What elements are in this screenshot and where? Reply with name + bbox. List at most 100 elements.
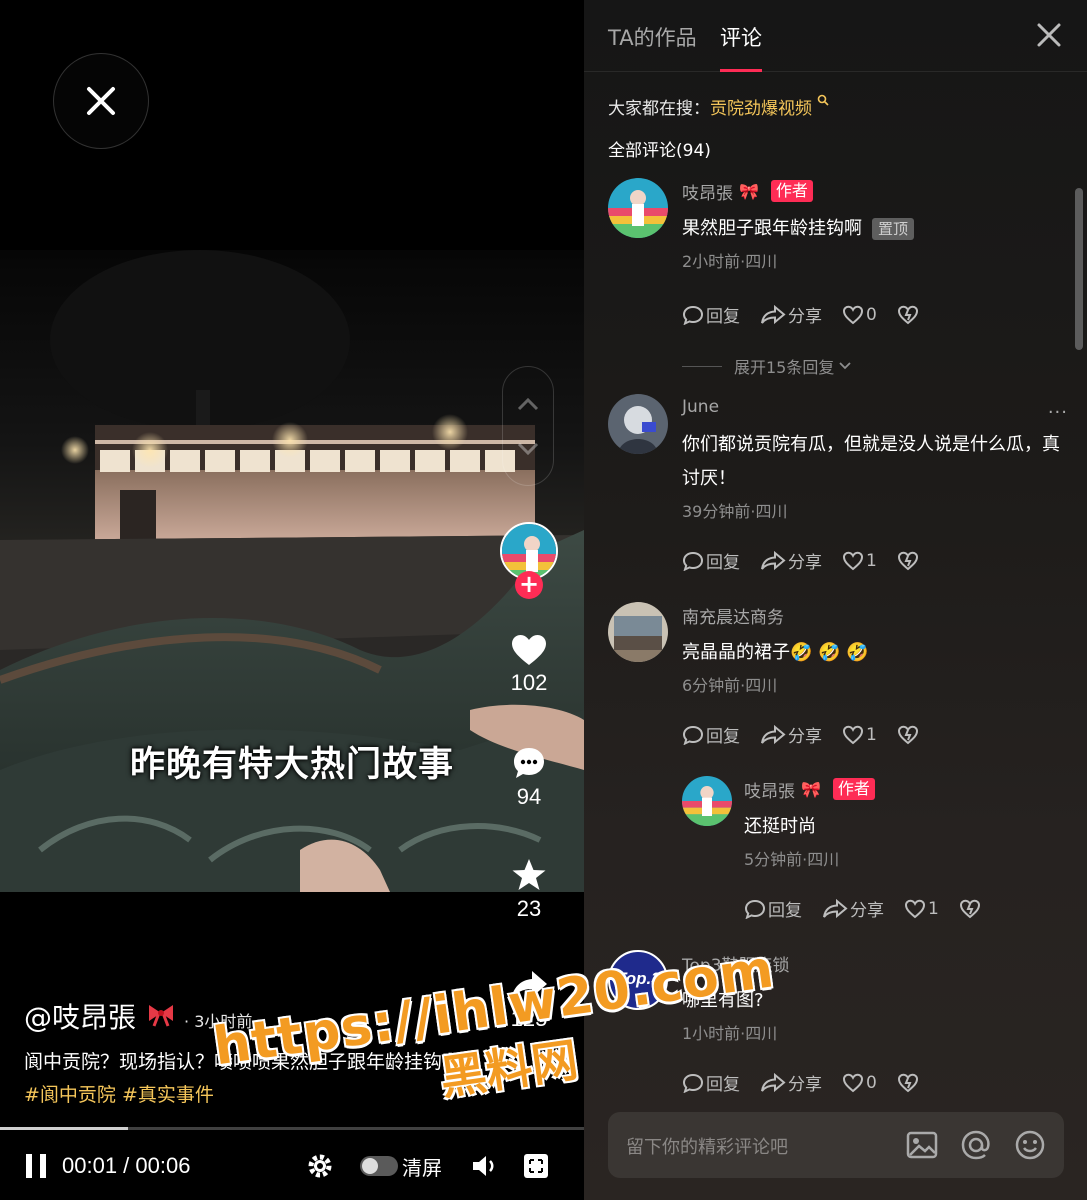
- comments-scrollbar[interactable]: [1075, 188, 1083, 350]
- clear-screen-toggle[interactable]: [360, 1156, 398, 1176]
- avatar[interactable]: [608, 394, 668, 454]
- post-time: · 3小时前: [184, 1012, 253, 1031]
- tab-works[interactable]: TA的作品: [608, 22, 697, 52]
- fullscreen-icon[interactable]: [522, 1152, 550, 1180]
- share-comment-button[interactable]: 分享: [822, 896, 884, 921]
- heart-outline-icon: [842, 1073, 864, 1092]
- share-count: 125: [510, 1006, 548, 1031]
- reply-icon: [682, 1073, 704, 1093]
- reply-button[interactable]: 回复: [744, 896, 802, 921]
- comment-like-count: 0: [866, 1072, 877, 1093]
- reply-button[interactable]: 回复: [682, 722, 740, 747]
- comment-like-button[interactable]: 0: [842, 305, 877, 325]
- share-label: 分享: [788, 553, 822, 573]
- mention-at-icon[interactable]: [960, 1129, 992, 1161]
- comment-input[interactable]: 留下你的精彩评论吧: [608, 1112, 1064, 1178]
- smile-emoji: 😄: [461, 1051, 481, 1073]
- comment-list: 吱昂張 🎀 作者 果然胆子跟年龄挂钩啊 置顶 2小时前·四川 回复 分享 0 展…: [584, 172, 1087, 1102]
- comment-like-button[interactable]: 1: [842, 725, 877, 745]
- pinned-badge: 置顶: [872, 218, 915, 240]
- comment-text: 亮晶晶的裙子🤣 🤣 🤣: [682, 642, 869, 663]
- video-nav: [502, 366, 554, 486]
- author-badge: 作者: [832, 778, 875, 800]
- comment-username[interactable]: 吱昂張: [744, 777, 795, 802]
- avatar[interactable]: Top.3: [608, 950, 668, 1010]
- image-icon[interactable]: [906, 1129, 938, 1161]
- hashtag-link[interactable]: #阆中贡院: [24, 1084, 116, 1106]
- share-button[interactable]: 125: [492, 970, 566, 1032]
- favorite-count: 23: [516, 896, 542, 921]
- trending-search-keyword[interactable]: 贡院劲爆视频: [710, 99, 812, 119]
- comment-text: 哪里有图?: [682, 990, 764, 1011]
- reply-label: 回复: [768, 901, 802, 921]
- current-time: 00:01: [62, 1153, 118, 1178]
- reply-label: 回复: [706, 727, 740, 747]
- share-icon: [823, 898, 848, 918]
- trending-search-prefix: 大家都在搜：: [608, 99, 710, 119]
- comment-username[interactable]: 吱昂張: [682, 179, 733, 204]
- more-options-icon[interactable]: ···: [1048, 402, 1068, 423]
- bow-emoji: 🎀: [739, 181, 759, 201]
- heart-outline-icon: [842, 551, 864, 570]
- expand-replies-button[interactable]: 展开15条回复: [682, 354, 852, 378]
- author-handle[interactable]: @吱昂張: [24, 996, 136, 1036]
- comments-panel: TA的作品 评论 大家都在搜：贡院劲爆视频 全部评论(94) 吱昂張 🎀 作者 …: [584, 0, 1087, 1200]
- comment-like-button[interactable]: 1: [904, 899, 939, 919]
- reply-button[interactable]: 回复: [682, 548, 740, 573]
- panel-tabs: TA的作品 评论: [584, 0, 1087, 72]
- close-panel-icon[interactable]: [1036, 22, 1062, 48]
- close-video-button[interactable]: [53, 53, 149, 149]
- trending-search: 大家都在搜：贡院劲爆视频: [608, 94, 829, 119]
- avatar-image: [608, 394, 668, 454]
- comment-like-count: 1: [866, 550, 877, 571]
- comment-meta: 39分钟前·四川: [682, 502, 788, 521]
- share-comment-button[interactable]: 分享: [760, 302, 822, 327]
- share-label: 分享: [788, 727, 822, 747]
- comment-button[interactable]: 94: [492, 746, 566, 810]
- dislike-heart-icon[interactable]: [897, 305, 919, 325]
- like-button[interactable]: 102: [492, 634, 566, 696]
- pause-icon[interactable]: [24, 1153, 48, 1179]
- comment-actions: 回复 分享 1: [744, 896, 981, 921]
- follow-button[interactable]: +: [515, 571, 543, 599]
- dislike-heart-icon[interactable]: [897, 551, 919, 571]
- progress-bar[interactable]: [0, 1127, 584, 1130]
- author-badge: 作者: [770, 180, 813, 202]
- comment-meta: 6分钟前·四川: [682, 676, 778, 695]
- time-display: 00:01 / 00:06: [62, 1153, 191, 1178]
- dislike-heart-icon[interactable]: [897, 1073, 919, 1093]
- video-player[interactable]: 昨晚有特大热门故事 + 102 94 23 125 @吱昂張 · 3小时前 阆中…: [0, 0, 584, 1200]
- volume-icon[interactable]: [470, 1152, 498, 1180]
- share-comment-button[interactable]: 分享: [760, 548, 822, 573]
- comment-username[interactable]: Top3鞋服连锁: [682, 951, 790, 976]
- avatar[interactable]: [608, 602, 668, 662]
- share-comment-button[interactable]: 分享: [760, 1070, 822, 1095]
- comment-like-button[interactable]: 0: [842, 1073, 877, 1093]
- comment-username[interactable]: June: [682, 397, 719, 417]
- share-label: 分享: [788, 1075, 822, 1095]
- comment-actions: 回复 分享 1: [682, 548, 919, 573]
- chevron-up-icon[interactable]: [517, 397, 539, 411]
- comment-like-button[interactable]: 1: [842, 551, 877, 571]
- comment-bubble-icon: [514, 748, 544, 778]
- comment-meta: 1小时前·四川: [682, 1024, 778, 1043]
- comment-username[interactable]: 南充晨达商务: [682, 603, 784, 628]
- settings-gear-icon[interactable]: [306, 1152, 334, 1180]
- share-label: 分享: [788, 307, 822, 327]
- tab-comments[interactable]: 评论: [720, 22, 762, 52]
- favorite-button[interactable]: 23: [492, 858, 566, 922]
- description-text: 阆中贡院？现场指认？啧啧啧果然胆子跟年龄挂钩啊: [24, 1051, 462, 1073]
- share-comment-button[interactable]: 分享: [760, 722, 822, 747]
- avatar[interactable]: [608, 178, 668, 238]
- progress-fill: [0, 1127, 129, 1130]
- emoji-icon[interactable]: [1014, 1129, 1046, 1161]
- heart-outline-icon: [904, 899, 926, 918]
- avatar[interactable]: [682, 776, 732, 826]
- dislike-heart-icon[interactable]: [897, 725, 919, 745]
- close-icon: [87, 87, 115, 115]
- chevron-down-icon[interactable]: [517, 442, 539, 456]
- reply-button[interactable]: 回复: [682, 1070, 740, 1095]
- dislike-heart-icon[interactable]: [959, 899, 981, 919]
- hashtag-link[interactable]: #真实事件: [122, 1084, 214, 1106]
- reply-button[interactable]: 回复: [682, 302, 740, 327]
